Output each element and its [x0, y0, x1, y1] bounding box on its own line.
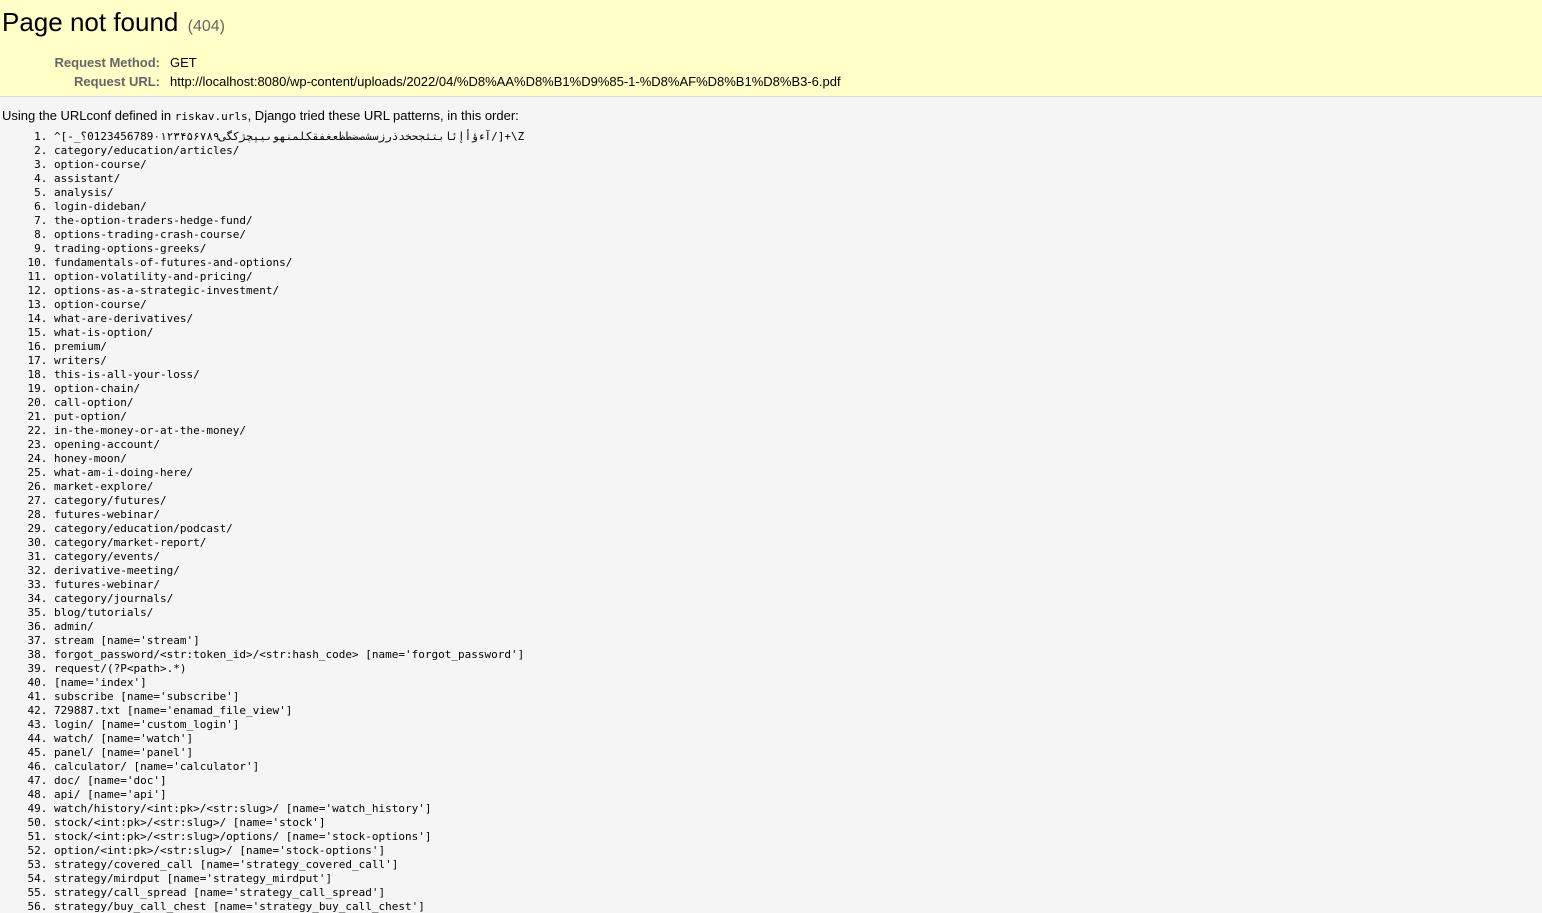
- intro-prefix: Using the URLconf defined in: [2, 108, 175, 123]
- error-info: Using the URLconf defined in riskav.urls…: [0, 97, 1542, 913]
- url-pattern-item: api/ [name='api']: [54, 788, 1542, 802]
- url-pattern-item: stock/<int:pk>/<str:slug>/options/ [name…: [54, 830, 1542, 844]
- url-pattern-item: opening-account/: [54, 438, 1542, 452]
- page-title: Page not found (404): [2, 4, 1542, 45]
- url-pattern-item: admin/: [54, 620, 1542, 634]
- url-pattern-item: call-option/: [54, 396, 1542, 410]
- request-method-row: Request Method: GET: [2, 53, 841, 72]
- url-pattern-item: what-am-i-doing-here/: [54, 466, 1542, 480]
- url-pattern-item: forgot_password/<str:token_id>/<str:hash…: [54, 648, 1542, 662]
- url-pattern-item: panel/ [name='panel']: [54, 746, 1542, 760]
- url-pattern-item: honey-moon/: [54, 452, 1542, 466]
- url-pattern-item: stock/<int:pk>/<str:slug>/ [name='stock'…: [54, 816, 1542, 830]
- urlconf-intro: Using the URLconf defined in riskav.urls…: [2, 107, 1542, 125]
- url-pattern-item: options-as-a-strategic-investment/: [54, 284, 1542, 298]
- url-pattern-item: category/futures/: [54, 494, 1542, 508]
- url-pattern-item: stream [name='stream']: [54, 634, 1542, 648]
- request-url-value: http://localhost:8080/wp-content/uploads…: [170, 74, 841, 89]
- url-pattern-item: what-is-option/: [54, 326, 1542, 340]
- url-pattern-item: this-is-all-your-loss/: [54, 368, 1542, 382]
- url-pattern-item: fundamentals-of-futures-and-options/: [54, 256, 1542, 270]
- url-pattern-item: futures-webinar/: [54, 578, 1542, 592]
- url-pattern-item: strategy/mirdput [name='strategy_mirdput…: [54, 872, 1542, 886]
- url-pattern-item: option-course/: [54, 158, 1542, 172]
- url-pattern-item: analysis/: [54, 186, 1542, 200]
- request-method-label: Request Method:: [54, 55, 160, 70]
- url-pattern-item: futures-webinar/: [54, 508, 1542, 522]
- url-pattern-item: market-explore/: [54, 480, 1542, 494]
- request-meta-table: Request Method: GET Request URL: http://…: [2, 53, 841, 91]
- page-title-text: Page not found: [2, 7, 179, 37]
- url-pattern-item: put-option/: [54, 410, 1542, 424]
- url-pattern-item: option/<int:pk>/<str:slug>/ [name='stock…: [54, 844, 1542, 858]
- url-pattern-item: option-volatility-and-pricing/: [54, 270, 1542, 284]
- url-pattern-item: strategy/covered_call [name='strategy_co…: [54, 858, 1542, 872]
- url-pattern-item: subscribe [name='subscribe']: [54, 690, 1542, 704]
- request-url-label: Request URL:: [74, 74, 160, 89]
- url-pattern-item: login/ [name='custom_login']: [54, 718, 1542, 732]
- url-pattern-item: watch/ [name='watch']: [54, 732, 1542, 746]
- url-pattern-item: calculator/ [name='calculator']: [54, 760, 1542, 774]
- url-pattern-item: watch/history/<int:pk>/<str:slug>/ [name…: [54, 802, 1542, 816]
- url-pattern-item: login-dideban/: [54, 200, 1542, 214]
- url-pattern-item: in-the-money-or-at-the-money/: [54, 424, 1542, 438]
- status-code: (404): [187, 18, 225, 35]
- error-summary: Page not found (404) Request Method: GET…: [0, 0, 1542, 97]
- url-pattern-item: [name='index']: [54, 676, 1542, 690]
- url-pattern-item: doc/ [name='doc']: [54, 774, 1542, 788]
- url-pattern-item: option-course/: [54, 298, 1542, 312]
- url-pattern-item: ^[-_آءؤأإئابتثجحخدذرزسشصضطظعغفقكلمنهوىيپ…: [54, 130, 1542, 144]
- url-pattern-item: derivative-meeting/: [54, 564, 1542, 578]
- request-url-row: Request URL: http://localhost:8080/wp-co…: [2, 72, 841, 91]
- url-pattern-item: blog/tutorials/: [54, 606, 1542, 620]
- url-pattern-item: category/events/: [54, 550, 1542, 564]
- url-pattern-list: ^[-_آءؤأإئابتثجحخدذرزسشصضطظعغفقكلمنهوىيپ…: [2, 130, 1542, 913]
- request-method-value: GET: [170, 55, 197, 70]
- url-pattern-item: writers/: [54, 354, 1542, 368]
- url-pattern-item: the-option-traders-hedge-fund/: [54, 214, 1542, 228]
- url-pattern-item: option-chain/: [54, 382, 1542, 396]
- intro-suffix: , Django tried these URL patterns, in th…: [247, 108, 519, 123]
- url-pattern-item: category/education/podcast/: [54, 522, 1542, 536]
- url-pattern-item: what-are-derivatives/: [54, 312, 1542, 326]
- url-pattern-item: trading-options-greeks/: [54, 242, 1542, 256]
- url-pattern-item: options-trading-crash-course/: [54, 228, 1542, 242]
- urlconf-name: riskav.urls: [174, 110, 248, 123]
- url-pattern-item: strategy/call_spread [name='strategy_cal…: [54, 886, 1542, 900]
- url-pattern-item: category/journals/: [54, 592, 1542, 606]
- url-pattern-item: category/education/articles/: [54, 144, 1542, 158]
- url-pattern-item: strategy/buy_call_chest [name='strategy_…: [54, 900, 1542, 913]
- url-pattern-item: 729887.txt [name='enamad_file_view']: [54, 704, 1542, 718]
- url-pattern-item: assistant/: [54, 172, 1542, 186]
- url-pattern-item: premium/: [54, 340, 1542, 354]
- url-pattern-item: category/market-report/: [54, 536, 1542, 550]
- url-pattern-item: request/(?P<path>.*): [54, 662, 1542, 676]
